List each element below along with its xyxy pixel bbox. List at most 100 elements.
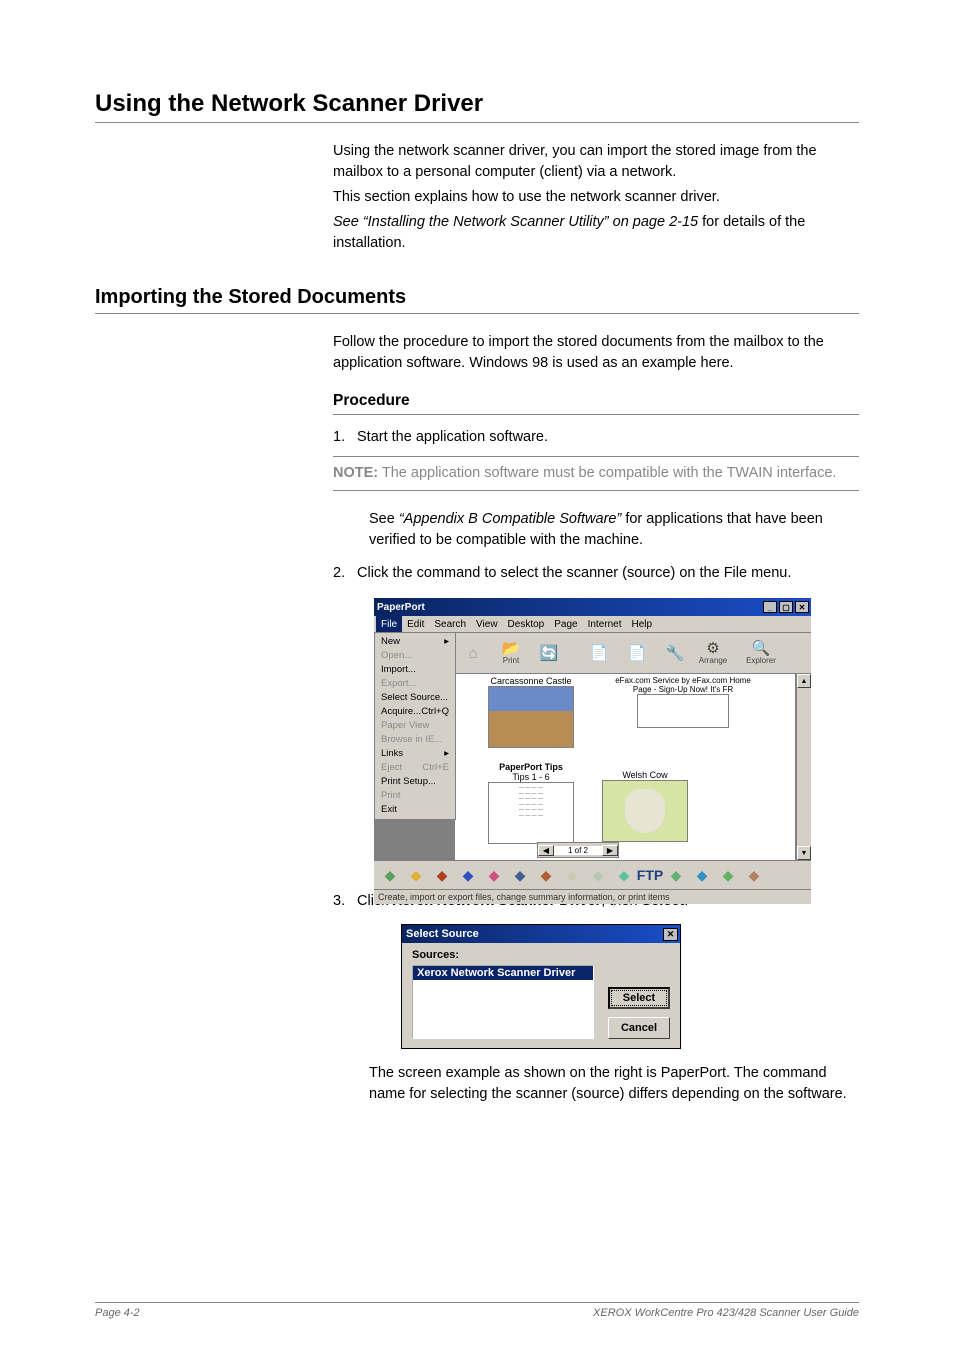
toolbar-icon: 🔄 <box>531 635 567 671</box>
menubar: File Edit Search View Desktop Page Inter… <box>374 616 811 633</box>
section-heading: Using the Network Scanner Driver <box>95 90 859 123</box>
step-2-num: 2. <box>333 563 357 584</box>
menu-desktop[interactable]: Desktop <box>503 616 550 632</box>
intro-p1: Using the network scanner driver, you ca… <box>333 141 859 183</box>
toolbar-icon[interactable]: 📂Print <box>493 635 529 671</box>
thumb-cow[interactable]: Welsh Cow <box>575 770 715 844</box>
mi-acquire[interactable]: Acquire...Ctrl+Q <box>375 705 455 719</box>
refresh-icon: 🔄 <box>540 646 559 661</box>
app-icon[interactable]: ◆ <box>666 865 686 885</box>
mi-exit[interactable]: Exit <box>375 803 455 817</box>
app-icon[interactable]: ◆ <box>744 865 764 885</box>
home-icon: ⌂ <box>468 646 477 661</box>
step-1-num: 1. <box>333 427 357 448</box>
menu-page[interactable]: Page <box>549 616 582 632</box>
app-icon[interactable]: ◆ <box>484 865 504 885</box>
see-pre: See <box>369 511 399 527</box>
paperport-screenshot: PaperPort _ ▢ ✕ File Edit Search View De… <box>374 598 811 879</box>
mi-browse-ie: Browse in IE... <box>375 733 455 747</box>
app-icon[interactable]: ◆ <box>458 865 478 885</box>
thumb-efax[interactable]: eFax.com Service by eFax.com Home Page -… <box>613 676 753 730</box>
mi-print-setup[interactable]: Print Setup... <box>375 775 455 789</box>
toolbar-icon[interactable]: 🔍Explorer <box>743 635 779 671</box>
pager-prev[interactable]: ◀ <box>538 845 554 856</box>
mi-import[interactable]: Import... <box>375 663 455 677</box>
closing-paragraph: The screen example as shown on the right… <box>369 1063 859 1105</box>
page-icon: 📄 <box>590 646 609 661</box>
mi-paper-view: Paper View <box>375 719 455 733</box>
mi-links[interactable]: Links▸ <box>375 747 455 761</box>
maximize-button[interactable]: ▢ <box>779 601 793 613</box>
mi-select-source[interactable]: Select Source... <box>375 691 455 705</box>
note-text: The application software must be compati… <box>378 465 836 481</box>
see-italic: “Appendix B Compatible Software” <box>399 511 621 527</box>
app-bar: ◆ ◆ ◆ ◆ ◆ ◆ ◆ ◆ ◆ ◆ FTP ◆ ◆ ◆ ◆ <box>374 860 811 889</box>
step-1-row: 1. Start the application software. <box>333 427 859 448</box>
pager-next[interactable]: ▶ <box>602 845 618 856</box>
app-icon[interactable]: ◆ <box>510 865 530 885</box>
menu-view[interactable]: View <box>471 616 503 632</box>
toolbar-icon: 📄 <box>619 635 655 671</box>
toolbar-icon: 🔧 <box>657 635 693 671</box>
pager-label: 1 of 2 <box>554 846 602 855</box>
menu-search[interactable]: Search <box>429 616 471 632</box>
app-icon[interactable]: ◆ <box>562 865 582 885</box>
procedure-heading: Procedure <box>333 392 859 415</box>
close-button[interactable]: ✕ <box>663 928 678 941</box>
mi-new[interactable]: New▸ <box>375 635 455 649</box>
workarea[interactable]: Carcassonne Castle eFax.com Service by e… <box>454 674 796 860</box>
file-dropdown-menu: New▸ Open... Import... Export... Select … <box>374 632 456 820</box>
sources-listbox[interactable]: Xerox Network Scanner Driver <box>412 965 594 1039</box>
source-item-selected[interactable]: Xerox Network Scanner Driver <box>413 966 593 980</box>
scrollbar-vertical[interactable]: ▲ ▼ <box>796 674 811 860</box>
app-icon[interactable]: ◆ <box>536 865 556 885</box>
importing-heading: Importing the Stored Documents <box>95 286 859 314</box>
toolbar-icon: 📄 <box>581 635 617 671</box>
scroll-up-icon[interactable]: ▲ <box>797 674 811 688</box>
thumb-castle[interactable]: Carcassonne Castle <box>461 676 601 750</box>
thumb-cow-label: Welsh Cow <box>575 770 715 780</box>
app-icon[interactable]: ◆ <box>588 865 608 885</box>
app-icon-ftp[interactable]: FTP <box>640 865 660 885</box>
mi-print: Print <box>375 789 455 803</box>
intro-p2: This section explains how to use the net… <box>333 187 859 208</box>
menu-file[interactable]: File <box>376 616 402 632</box>
step-2-text: Click the command to select the scanner … <box>357 563 859 584</box>
window-title: PaperPort <box>377 602 425 613</box>
tips-image: — — — —— — — —— — — —— — — —— — — —— — —… <box>488 782 574 844</box>
mi-open: Open... <box>375 649 455 663</box>
toolbar-icon[interactable]: ⚙Arrange <box>695 635 731 671</box>
minimize-button[interactable]: _ <box>763 601 777 613</box>
app-icon[interactable]: ◆ <box>380 865 400 885</box>
select-source-dialog: Select Source ✕ Sources: Xerox Network S… <box>401 924 681 1049</box>
see-block: See “Appendix B Compatible Software” for… <box>369 509 859 551</box>
intro-link: See “Installing the Network Scanner Util… <box>333 214 698 230</box>
statusbar: Create, import or export files, change s… <box>374 889 811 904</box>
scroll-down-icon[interactable]: ▼ <box>797 846 811 860</box>
pager: ◀ 1 of 2 ▶ <box>537 842 619 858</box>
app-icon[interactable]: ◆ <box>718 865 738 885</box>
close-button[interactable]: ✕ <box>795 601 809 613</box>
app-icon[interactable]: ◆ <box>692 865 712 885</box>
explorer-icon: 🔍 <box>752 641 771 656</box>
menu-edit[interactable]: Edit <box>402 616 429 632</box>
app-icon[interactable]: ◆ <box>432 865 452 885</box>
footer-right: XEROX WorkCentre Pro 423/428 Scanner Use… <box>593 1307 859 1319</box>
dialog-titlebar: Select Source ✕ <box>402 925 680 943</box>
mi-export: Export... <box>375 677 455 691</box>
dialog-buttons: Select Cancel <box>608 987 670 1039</box>
app-icon[interactable]: ◆ <box>614 865 634 885</box>
arrange-icon: ⚙ <box>706 641 719 656</box>
menu-internet[interactable]: Internet <box>583 616 627 632</box>
sources-label: Sources: <box>412 949 670 961</box>
page-icon: 📄 <box>628 646 647 661</box>
thumb-castle-label: Carcassonne Castle <box>461 676 601 686</box>
app-icon[interactable]: ◆ <box>406 865 426 885</box>
menu-help[interactable]: Help <box>627 616 658 632</box>
cancel-button[interactable]: Cancel <box>608 1017 670 1039</box>
select-button[interactable]: Select <box>608 987 670 1009</box>
step-1-text: Start the application software. <box>357 427 859 448</box>
importing-intro: Follow the procedure to import the store… <box>333 332 859 374</box>
open-icon: 📂 <box>502 641 521 656</box>
footer-left: Page 4-2 <box>95 1307 140 1319</box>
